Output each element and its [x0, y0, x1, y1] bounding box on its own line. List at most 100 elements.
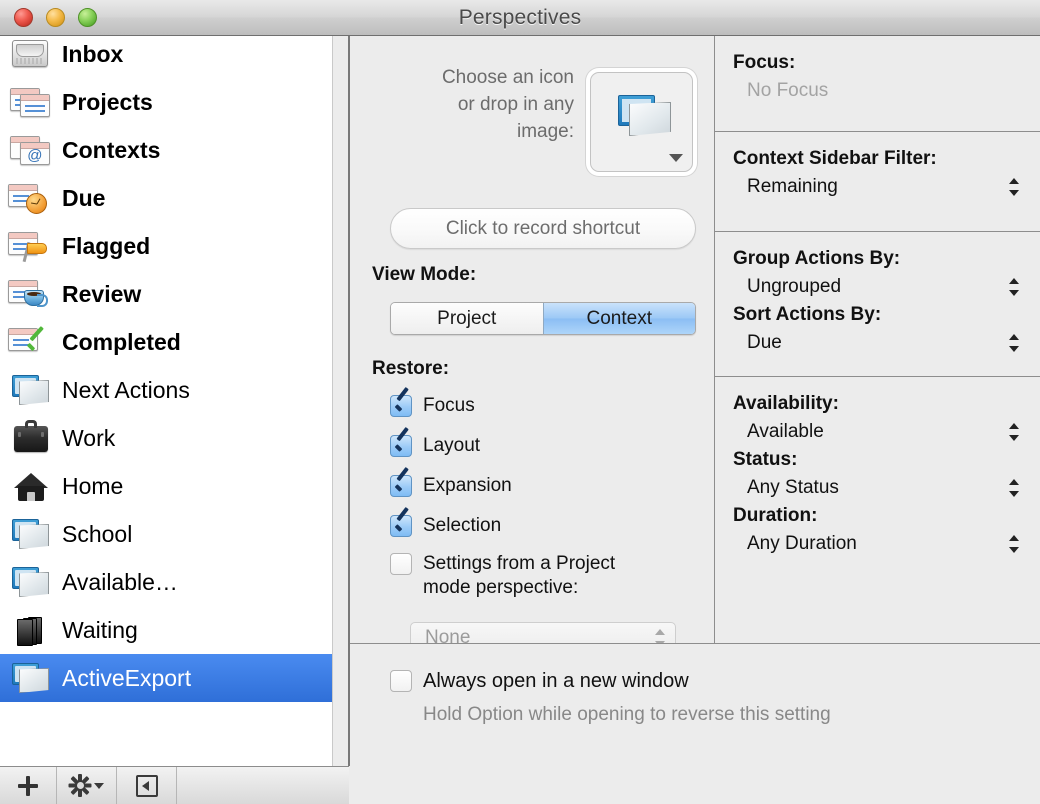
sidebar-item-label: Next Actions — [62, 376, 190, 403]
choose-icon-line3: image: — [516, 121, 574, 142]
books-icon — [6, 608, 56, 652]
sidebar-item-work[interactable]: Work — [0, 414, 333, 462]
sidebar-item-flagged[interactable]: Flagged — [0, 222, 333, 270]
restore-row-selection[interactable]: Selection — [390, 514, 501, 538]
stepper-icon[interactable] — [1009, 535, 1019, 553]
window-titlebar: Perspectives — [0, 0, 1040, 36]
sidebar-item-label: Available… — [62, 568, 178, 595]
perspective-icon — [11, 519, 51, 551]
always-open-row[interactable]: Always open in a new window — [390, 669, 689, 693]
sort-actions-by-label: Sort Actions By: — [733, 304, 882, 325]
stepper-icon[interactable] — [1009, 479, 1019, 497]
filter-section-3: Availability: Available Status: Any Status D… — [715, 377, 1040, 643]
context-sidebar-filter-value: Remaining — [747, 176, 838, 197]
perspective-icon — [11, 567, 51, 599]
restore-label-layout: Layout — [423, 435, 481, 456]
projects-cards-icon — [6, 80, 56, 124]
restore-row-expansion[interactable]: Expansion — [390, 474, 512, 498]
stepper-icon[interactable] — [1009, 278, 1019, 296]
sidebar-item-label: Waiting — [62, 616, 138, 643]
restore-checkbox-layout[interactable] — [390, 435, 412, 457]
sidebar-item-home[interactable]: Home — [0, 462, 333, 510]
view-mode-option-context[interactable]: Context — [542, 303, 695, 334]
duration-label: Duration: — [733, 505, 818, 526]
inbox-tray-icon — [6, 36, 56, 76]
filter-section-2: Group Actions By: Ungrouped Sort Actions B… — [715, 232, 1040, 377]
choose-icon-row: Choose an icon or drop in any image: — [350, 54, 715, 172]
sidebar-item-label: Work — [62, 424, 116, 451]
sidebar-item-contexts[interactable]: @ Contexts — [0, 126, 333, 174]
settings-line2: mode perspective: — [423, 577, 579, 598]
context-sidebar-filter-popup[interactable]: Remaining — [733, 170, 1040, 204]
sidebar-item-label: Home — [62, 472, 124, 499]
toggle-panel-button[interactable] — [117, 767, 177, 804]
status-popup[interactable]: Any Status — [733, 471, 1040, 505]
restore-checkbox-focus[interactable] — [390, 395, 412, 417]
stepper-icon[interactable] — [1009, 178, 1019, 196]
sidebar-item-available[interactable]: Available… — [0, 558, 333, 606]
record-shortcut-button[interactable]: Click to record shortcut — [390, 208, 696, 249]
perspective-icon — [6, 368, 56, 412]
chevron-down-icon — [93, 782, 104, 789]
restore-label: Restore: — [372, 358, 450, 379]
restore-checkbox-expansion[interactable] — [390, 475, 412, 497]
restore-row-layout[interactable]: Layout — [390, 434, 480, 458]
collapse-panel-icon — [135, 774, 158, 797]
group-actions-by-popup[interactable]: Ungrouped — [733, 270, 1040, 304]
filter-section-0: Focus: No Focus — [715, 36, 1040, 132]
restore-label-focus: Focus — [423, 395, 475, 416]
restore-checkbox-selection[interactable] — [390, 515, 412, 537]
focus-label: Focus: — [733, 52, 796, 73]
perspectives-sidebar[interactable]: Inbox Projects @ Contexts Due Flagged Review Co… — [0, 36, 333, 766]
duration-popup[interactable]: Any Duration — [733, 527, 1040, 561]
availability-label: Availability: — [733, 393, 839, 414]
sidebar-item-projects[interactable]: Projects — [0, 78, 333, 126]
sidebar-item-activeexport[interactable]: ActiveExport — [0, 654, 333, 702]
gear-icon — [68, 774, 92, 797]
availability-value: Available — [747, 421, 824, 442]
sidebar-item-label: Flagged — [62, 232, 151, 259]
always-open-checkbox[interactable] — [390, 670, 412, 692]
perspective-icon — [617, 95, 671, 139]
add-perspective-button[interactable] — [0, 767, 57, 804]
perspective-settings-panel: Choose an icon or drop in any image: Cli… — [350, 36, 715, 654]
status-label: Status: — [733, 449, 798, 470]
house-icon — [6, 464, 56, 508]
settings-from-project-checkbox[interactable] — [390, 553, 412, 575]
focus-value: No Focus — [747, 80, 829, 101]
contexts-at-icon: @ — [6, 128, 56, 172]
sidebar-item-label: ActiveExport — [62, 664, 192, 691]
availability-popup[interactable]: Available — [733, 415, 1040, 449]
restore-row-focus[interactable]: Focus — [390, 394, 475, 418]
perspective-icon-well[interactable] — [590, 72, 693, 172]
action-gear-button[interactable] — [57, 767, 117, 804]
sidebar-item-review[interactable]: Review — [0, 270, 333, 318]
completed-check-icon — [6, 320, 56, 364]
perspective-icon — [6, 560, 56, 604]
view-mode-segmented-control[interactable]: Project Context — [390, 302, 696, 335]
sidebar-item-inbox[interactable]: Inbox — [0, 36, 333, 78]
filter-section-1: Context Sidebar Filter: Remaining — [715, 132, 1040, 232]
sidebar-item-waiting[interactable]: Waiting — [0, 606, 333, 654]
plus-icon — [17, 775, 39, 797]
sidebar-item-completed[interactable]: Completed — [0, 318, 333, 366]
stepper-icon[interactable] — [1009, 423, 1019, 441]
sidebar-item-due[interactable]: Due — [0, 174, 333, 222]
view-mode-option-project[interactable]: Project — [391, 303, 543, 334]
sidebar-item-next-actions[interactable]: Next Actions — [0, 366, 333, 414]
choose-icon-label: Choose an icon or drop in any image: — [374, 64, 574, 145]
sidebar-item-label: Due — [62, 184, 106, 211]
due-clock-icon — [6, 176, 56, 220]
settings-line1: Settings from a Project — [423, 553, 616, 574]
sidebar-item-label: Review — [62, 280, 142, 307]
settings-from-project-row[interactable]: Settings from a Project mode perspective… — [390, 552, 680, 600]
sort-actions-by-popup[interactable]: Due — [733, 326, 1040, 360]
sidebar-item-school[interactable]: School — [0, 510, 333, 558]
review-cup-icon — [6, 272, 56, 316]
perspectives-window: Perspectives Inbox Projects @ Contexts Due Fl… — [0, 0, 1040, 804]
choose-icon-line2: or drop in any — [457, 94, 574, 115]
sidebar-item-label: Projects — [62, 88, 153, 115]
stepper-icon[interactable] — [1009, 334, 1019, 352]
chevron-down-icon[interactable] — [669, 154, 683, 162]
settings-from-project-label: Settings from a Project mode perspective… — [423, 552, 615, 600]
